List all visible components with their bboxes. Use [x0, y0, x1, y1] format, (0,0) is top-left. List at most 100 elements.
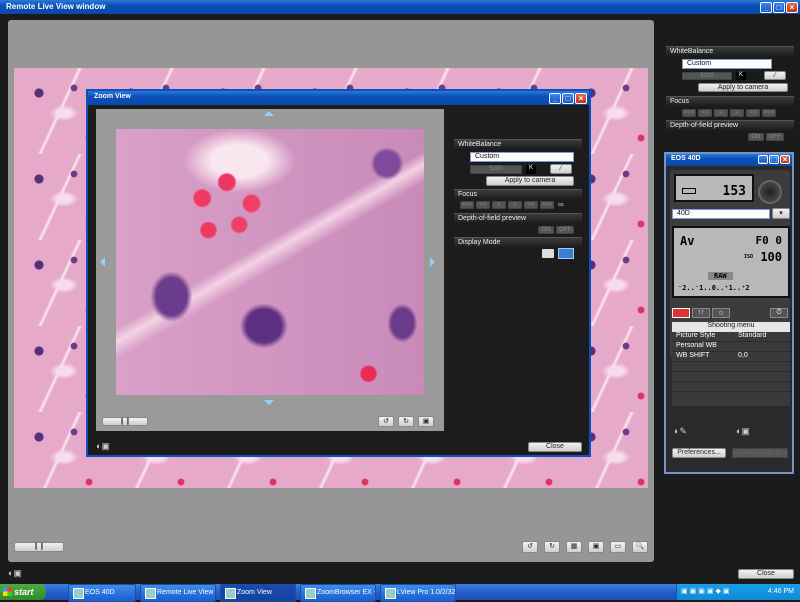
zoom-apply-to-camera-button[interactable]: Apply to camera: [486, 176, 574, 186]
main-side-panel: WhiteBalance Custom 5200 K ⁄ Apply to ca…: [666, 44, 796, 144]
camera-window-title: EOS 40D: [671, 155, 701, 162]
main-window-titlebar[interactable]: Remote Live View window _ □ ×: [0, 0, 800, 14]
pause-button[interactable]: ❙❙: [14, 542, 64, 552]
zoom-display-icon[interactable]: ◐▣: [96, 441, 120, 453]
tab-shooting[interactable]: [672, 308, 690, 318]
zoom-wb-kelvin[interactable]: 5200: [470, 165, 522, 174]
preferences-button[interactable]: Preferences...: [672, 448, 726, 458]
fit-icon[interactable]: ▭: [610, 541, 626, 553]
apply-to-camera-button[interactable]: Apply to camera: [698, 83, 788, 92]
pan-left-icon[interactable]: [100, 257, 105, 267]
exposure-scale[interactable]: ⁻2..⁻1..0..⁺1..⁺2: [678, 284, 750, 292]
camera-disabled-button: Camera settings: [732, 448, 788, 458]
main-display-icon[interactable]: ◐▣: [8, 568, 32, 580]
zoom-eyedropper-icon[interactable]: ⁄: [550, 164, 572, 174]
zoom-close-icon[interactable]: ×: [575, 93, 587, 104]
focus-btn-6[interactable]: >>>: [762, 109, 776, 117]
focus-btn-2[interactable]: <<: [698, 109, 712, 117]
taskbar: start EOS 40D Remote Live View win... Zo…: [0, 584, 800, 602]
focus-btn-4[interactable]: >: [730, 109, 744, 117]
live-view-icon[interactable]: ◐▣: [736, 426, 750, 437]
pan-down-icon[interactable]: [264, 400, 274, 405]
taskbar-item-eos[interactable]: EOS 40D: [68, 584, 136, 602]
focus-btn-1[interactable]: <<<: [682, 109, 696, 117]
zoom-dof-on-button[interactable]: ON: [538, 226, 554, 234]
tab-mymenu[interactable]: ☆: [712, 308, 730, 318]
camera-window: EOS 40D _ □ × 153 40D ▾ Av F0 0 ISO 100 …: [664, 152, 794, 474]
zoom-rotate-left-icon[interactable]: ↺: [378, 416, 394, 427]
zoom-wb-select[interactable]: Custom: [470, 152, 574, 162]
timer-icon[interactable]: ⏱: [770, 308, 788, 318]
zoom-dof-off-button[interactable]: OFF: [556, 226, 574, 234]
taskbar-item-zoombrowser[interactable]: ZoomBrowser EX - A...: [300, 584, 376, 602]
camera-model-dropdown[interactable]: ▾: [772, 208, 790, 219]
k-label: K: [736, 72, 746, 80]
iso-value[interactable]: 100: [760, 250, 782, 264]
taskbar-item-remote[interactable]: Remote Live View win...: [140, 584, 216, 602]
menu-row[interactable]: [672, 382, 790, 392]
zoom-minimize-button[interactable]: _: [549, 93, 561, 104]
tray-icons[interactable]: ▣▣▣▣◆▣: [681, 587, 731, 595]
zoom-rotate-right-icon[interactable]: ↻: [398, 416, 414, 427]
camera-window-titlebar[interactable]: EOS 40D _ □ ×: [666, 154, 792, 166]
menu-row[interactable]: Personal WB: [672, 342, 790, 352]
aperture-value[interactable]: F0 0: [756, 234, 783, 247]
zoom-focus-btn-2[interactable]: <<: [476, 201, 490, 209]
minimize-button[interactable]: _: [760, 2, 772, 13]
wb-eyedropper-icon[interactable]: ⁄: [764, 71, 786, 80]
main-toolbar: ❙❙ ↺ ↻ ▦ ▣ ▭ 🔍: [8, 538, 654, 558]
rotate-left-icon[interactable]: ↺: [522, 541, 538, 553]
cam-maximize-button[interactable]: □: [769, 155, 779, 164]
zoom-side-panel: WhiteBalance Custom 5200 K ⁄ Apply to ca…: [454, 139, 582, 269]
display-still-icon[interactable]: [542, 249, 554, 258]
remote-shoot-icon[interactable]: ◐✎: [674, 426, 687, 437]
window-icon[interactable]: ▣: [588, 541, 604, 553]
zoom-focus-btn-5[interactable]: >>: [524, 201, 538, 209]
wb-kelvin[interactable]: 5200: [682, 72, 732, 80]
zoom-fit-icon[interactable]: ▣: [418, 416, 434, 427]
dof-on-button[interactable]: ON: [748, 133, 764, 141]
shutter-knob-icon[interactable]: [758, 180, 782, 204]
zoom-maximize-button[interactable]: □: [562, 93, 574, 104]
menu-row[interactable]: [672, 372, 790, 382]
zoom-view-titlebar[interactable]: Zoom View _ □ ×: [88, 91, 589, 105]
zoom-k-label: K: [526, 165, 536, 174]
cam-close-icon[interactable]: ×: [780, 155, 790, 164]
pan-right-icon[interactable]: [430, 257, 435, 267]
menu-row[interactable]: [672, 362, 790, 372]
shooting-menu-list: Picture Style Standard Personal WB WB SHI…: [672, 332, 790, 406]
zoom-focus-btn-3[interactable]: <: [492, 201, 506, 209]
menu-row[interactable]: WB SHIFT 0,0: [672, 352, 790, 362]
zoom-focus-btn-1[interactable]: <<<: [460, 201, 474, 209]
cam-minimize-button[interactable]: _: [758, 155, 768, 164]
tab-setup[interactable]: ↑↑: [692, 308, 710, 318]
focus-btn-5[interactable]: >>: [746, 109, 760, 117]
taskbar-item-zoom[interactable]: Zoom View: [220, 584, 296, 602]
zoom-focus-btn-4[interactable]: >: [508, 201, 522, 209]
main-close-button[interactable]: Close: [738, 569, 794, 579]
maximize-button[interactable]: □: [773, 2, 785, 13]
taskbar-item-lview[interactable]: LView Pro 1.0/2/32: [380, 584, 456, 602]
display-mode-header: Display Mode: [454, 237, 582, 247]
main-window-title: Remote Live View window: [6, 2, 106, 11]
battery-icon: [682, 188, 696, 194]
zoom-focus-btn-6[interactable]: >>>: [540, 201, 554, 209]
rotate-right-icon[interactable]: ↻: [544, 541, 560, 553]
start-button[interactable]: start: [0, 584, 46, 600]
shooting-mode[interactable]: Av: [680, 234, 694, 248]
clock: 4:46 PM: [767, 588, 794, 595]
camera-model-select[interactable]: 40D: [672, 209, 770, 219]
zoom-image[interactable]: [116, 129, 424, 395]
pan-up-icon[interactable]: [264, 111, 274, 116]
display-movie-icon[interactable]: [558, 248, 574, 259]
dof-off-button[interactable]: OFF: [766, 133, 784, 141]
zoom-pause-button[interactable]: ❙❙: [102, 417, 148, 426]
zoom-close-button[interactable]: Close: [528, 442, 582, 452]
focus-btn-3[interactable]: <: [714, 109, 728, 117]
grid-icon[interactable]: ▦: [566, 541, 582, 553]
wb-select[interactable]: Custom: [682, 59, 772, 69]
close-icon[interactable]: ×: [786, 2, 798, 13]
zoom-icon[interactable]: 🔍: [632, 541, 648, 553]
quality-value[interactable]: RAW: [708, 272, 733, 280]
menu-row[interactable]: Picture Style Standard: [672, 332, 790, 342]
